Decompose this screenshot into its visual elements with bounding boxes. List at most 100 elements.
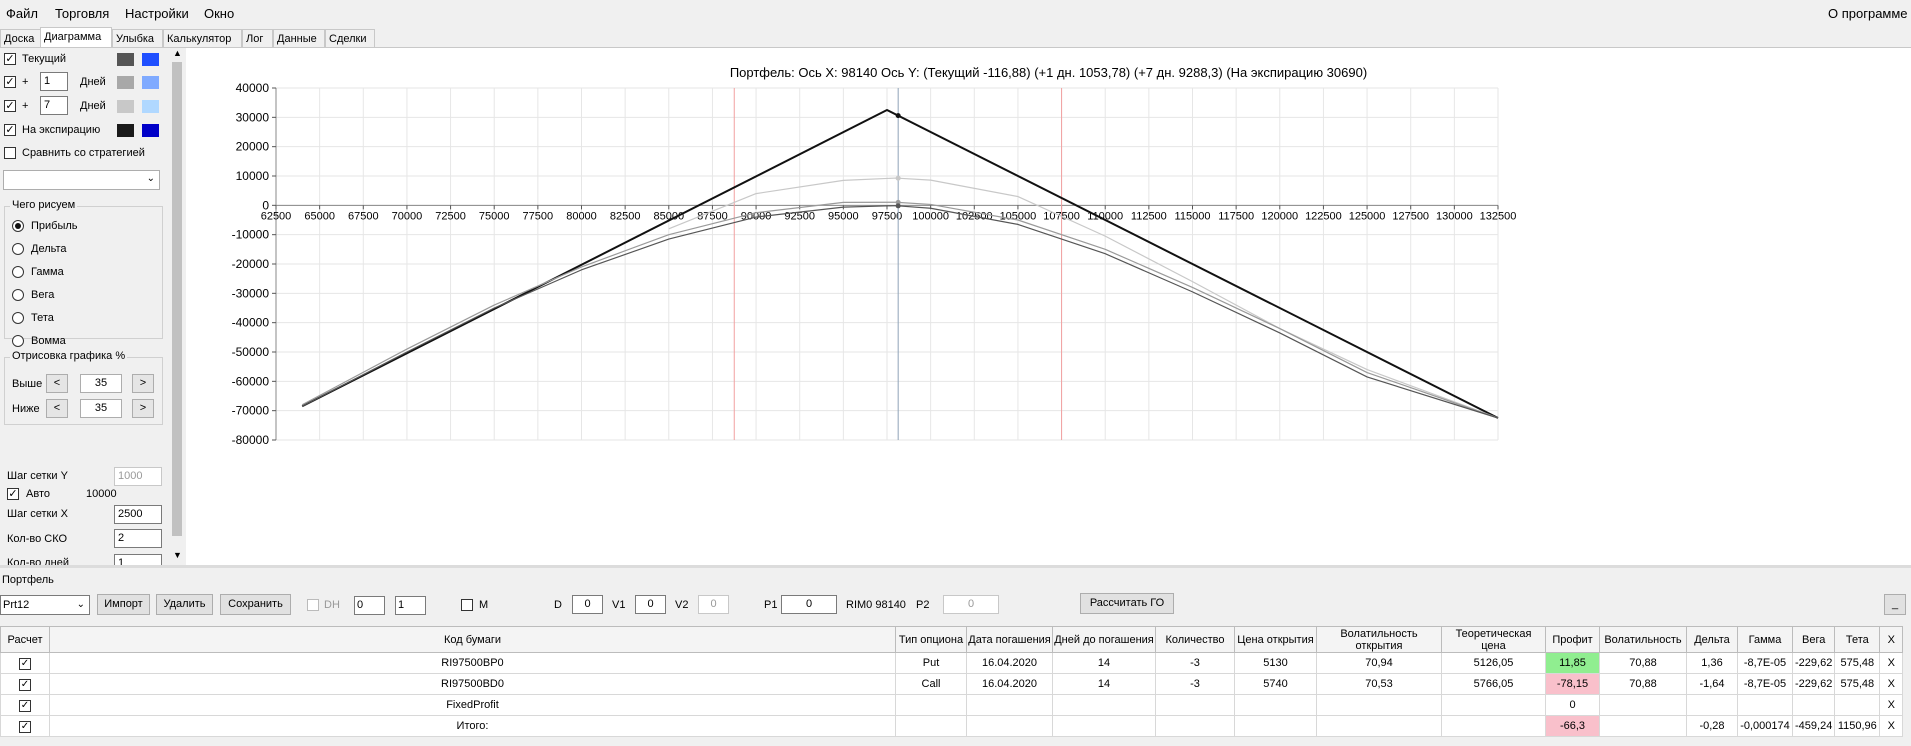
days-count-input[interactable]: 1 xyxy=(114,554,162,565)
v2-input[interactable]: 0 xyxy=(698,595,729,614)
panel-scrollbar[interactable]: ▲ ▼ xyxy=(170,48,185,565)
color-swatch-expiry-2[interactable] xyxy=(142,124,159,137)
table-row[interactable]: ✓ RI97500BD0 Call 16.04.2020 14 -3 5740 70,53 57… xyxy=(0,673,1904,695)
current-price-marker xyxy=(895,175,901,181)
column-header[interactable]: Теоретическая цена xyxy=(1441,626,1546,653)
column-header[interactable]: Цена открытия xyxy=(1234,626,1317,653)
dh-stepper-1[interactable]: 0 xyxy=(354,596,385,615)
radio-profit[interactable] xyxy=(12,220,24,232)
days2-input[interactable]: 7 xyxy=(40,96,68,115)
d-input[interactable]: 0 xyxy=(572,595,603,614)
below-value[interactable]: 35 xyxy=(80,399,122,418)
above-increase-button[interactable]: > xyxy=(132,374,154,393)
payoff-chart[interactable]: 62500 65000 67500 70000 72500 75000 77500 80000… xyxy=(186,48,1911,565)
dh-stepper-2[interactable]: 1 xyxy=(395,596,426,615)
menu-trading[interactable]: Торговля xyxy=(55,6,109,21)
table-row[interactable]: ✓ Итого: -66,3 -0,28 -0,000174 -459,24 1150,96… xyxy=(0,715,1904,737)
v1-input[interactable]: 0 xyxy=(635,595,666,614)
radio-gamma[interactable] xyxy=(12,266,24,278)
tab-deals[interactable]: Сделки xyxy=(325,29,375,47)
color-swatch-plus1-2[interactable] xyxy=(142,76,159,89)
scrollbar-thumb[interactable] xyxy=(172,62,182,536)
table-cell: -0,28 xyxy=(1686,715,1738,737)
column-header[interactable]: Тип опциона xyxy=(895,626,967,653)
table-row[interactable]: ✓ RI97500BP0 Put 16.04.2020 14 -3 5130 70,94 512… xyxy=(0,652,1904,674)
below-decrease-button[interactable]: < xyxy=(46,399,68,418)
color-swatch-plus1-1[interactable] xyxy=(117,76,134,89)
p2-input[interactable]: 0 xyxy=(943,595,999,614)
checkbox-m[interactable] xyxy=(461,599,473,611)
import-button[interactable]: Импорт xyxy=(97,594,150,615)
save-button[interactable]: Сохранить xyxy=(220,594,291,615)
column-header[interactable]: Тета xyxy=(1834,626,1881,653)
tab-data[interactable]: Данные xyxy=(273,29,325,47)
tab-calculator[interactable]: Калькулятор xyxy=(163,29,242,47)
column-header[interactable]: Дельта xyxy=(1686,626,1738,653)
color-swatch-current-1[interactable] xyxy=(117,53,134,66)
color-swatch-plus7-1[interactable] xyxy=(117,100,134,113)
row-checkbox[interactable]: ✓ xyxy=(0,694,50,716)
below-increase-button[interactable]: > xyxy=(132,399,154,418)
column-header[interactable]: X xyxy=(1879,626,1904,653)
above-decrease-button[interactable]: < xyxy=(46,374,68,393)
table-row[interactable]: ✓ FixedProfit 0 X xyxy=(0,694,1904,716)
row-checkbox[interactable]: ✓ xyxy=(0,715,50,737)
menu-file[interactable]: Файл xyxy=(6,6,38,21)
column-header[interactable]: Гамма xyxy=(1737,626,1793,653)
grid-y-input[interactable]: 1000 xyxy=(114,467,162,486)
column-header[interactable]: Дней до погашения xyxy=(1052,626,1156,653)
checkbox-plus1[interactable]: ✓ xyxy=(4,76,16,88)
tab-smile[interactable]: Улыбка xyxy=(112,29,163,47)
row-remove-button[interactable]: X xyxy=(1879,715,1904,737)
scroll-down-icon[interactable]: ▼ xyxy=(173,550,182,560)
scroll-up-icon[interactable]: ▲ xyxy=(173,48,182,58)
splitter[interactable] xyxy=(0,565,1911,568)
column-header[interactable]: Код бумаги xyxy=(49,626,896,653)
menu-settings[interactable]: Настройки xyxy=(125,6,189,21)
column-header[interactable]: Профит xyxy=(1545,626,1600,653)
row-remove-button[interactable]: X xyxy=(1879,673,1904,695)
tab-log[interactable]: Лог xyxy=(242,29,273,47)
menu-window[interactable]: Окно xyxy=(204,6,234,21)
checkbox-expiry[interactable]: ✓ xyxy=(4,124,16,136)
checkbox-auto[interactable]: ✓ xyxy=(7,488,19,500)
grid-x-input[interactable]: 2500 xyxy=(114,505,162,524)
radio-delta[interactable] xyxy=(12,243,24,255)
color-swatch-current-2[interactable] xyxy=(142,53,159,66)
checkbox-plus7[interactable]: ✓ xyxy=(4,100,16,112)
radio-theta[interactable] xyxy=(12,312,24,324)
days1-input[interactable]: 1 xyxy=(40,72,68,91)
column-header[interactable]: Волатильность открытия xyxy=(1316,626,1442,653)
portfolio-select[interactable]: Prt12 ⌄ xyxy=(0,595,90,615)
above-value[interactable]: 35 xyxy=(80,374,122,393)
row-checkbox-mark[interactable]: ✓ xyxy=(19,720,31,733)
strategy-select[interactable]: ⌄ xyxy=(3,170,160,190)
calculate-go-button[interactable]: Рассчитать ГО xyxy=(1080,593,1174,614)
row-checkbox-mark[interactable]: ✓ xyxy=(19,657,31,670)
row-checkbox[interactable]: ✓ xyxy=(0,673,50,695)
column-header[interactable]: Количество xyxy=(1155,626,1235,653)
minimize-button[interactable]: _ xyxy=(1884,594,1906,615)
sko-input[interactable]: 2 xyxy=(114,529,162,548)
column-header[interactable]: Дата погашения xyxy=(966,626,1053,653)
row-checkbox-mark[interactable]: ✓ xyxy=(19,699,31,712)
tab-diagram[interactable]: Диаграмма xyxy=(40,27,112,48)
checkbox-dh[interactable] xyxy=(307,599,319,611)
radio-vomma[interactable] xyxy=(12,335,24,347)
menu-about[interactable]: О программе xyxy=(1828,6,1908,21)
row-remove-button[interactable]: X xyxy=(1879,694,1904,716)
column-header[interactable]: Вега xyxy=(1791,626,1836,653)
color-swatch-expiry-1[interactable] xyxy=(117,124,134,137)
tab-board[interactable]: Доска xyxy=(0,29,41,47)
radio-vega[interactable] xyxy=(12,289,24,301)
delete-button[interactable]: Удалить xyxy=(156,594,213,615)
column-header[interactable]: Волатильность xyxy=(1599,626,1687,653)
row-checkbox[interactable]: ✓ xyxy=(0,652,50,674)
row-checkbox-mark[interactable]: ✓ xyxy=(19,678,31,691)
p1-input[interactable]: 0 xyxy=(781,595,837,614)
color-swatch-plus7-2[interactable] xyxy=(142,100,159,113)
column-header[interactable]: Расчет xyxy=(0,626,50,653)
checkbox-current[interactable]: ✓ xyxy=(4,53,16,65)
checkbox-compare[interactable] xyxy=(4,147,16,159)
row-remove-button[interactable]: X xyxy=(1879,652,1904,674)
